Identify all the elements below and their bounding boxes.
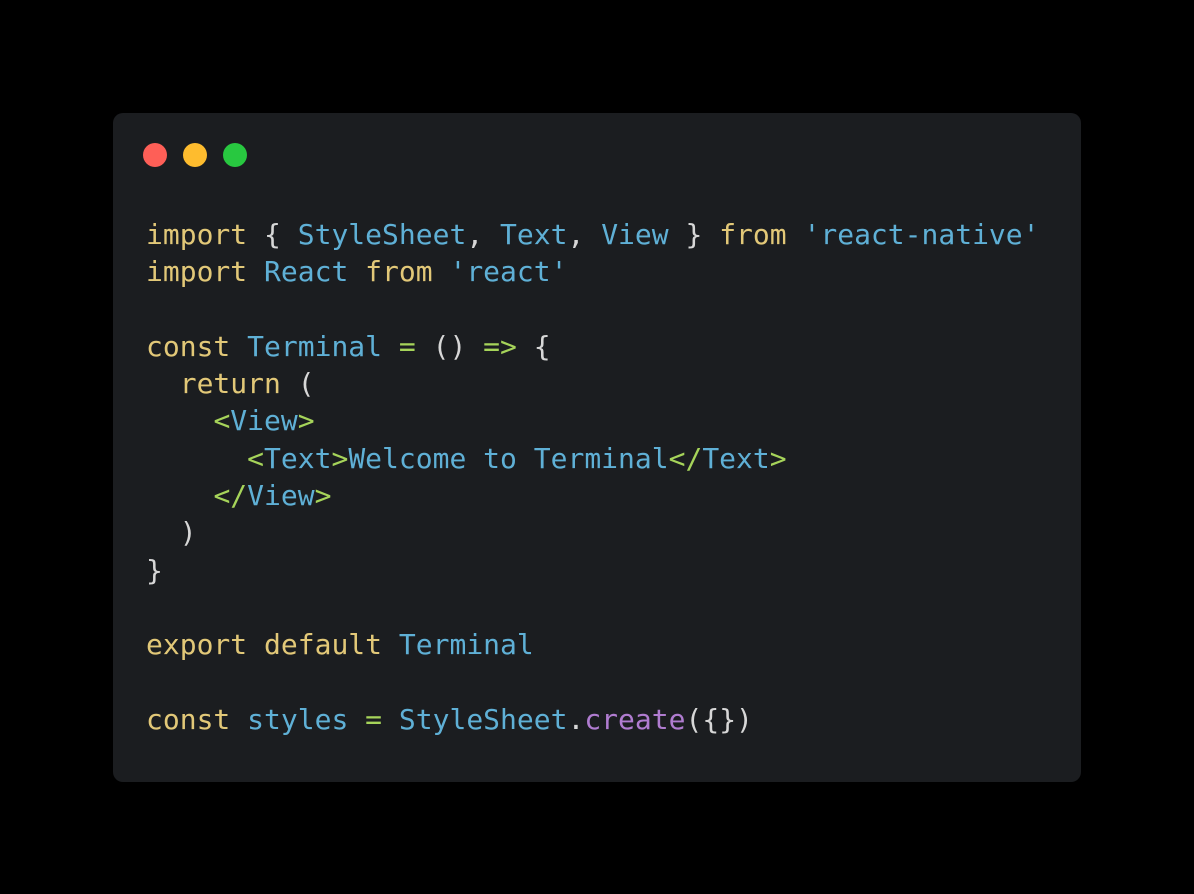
code-line: const Terminal = () => { <box>146 328 1040 365</box>
code-line: import { StyleSheet, Text, View } from '… <box>146 216 1040 253</box>
code-token: import <box>146 255 248 289</box>
code-token: import <box>146 218 248 251</box>
code-line: const styles = StyleSheet.create({}) <box>146 701 1040 738</box>
code-token: . <box>567 702 585 736</box>
code-token: create <box>584 702 686 736</box>
code-token: Terminal <box>247 329 383 363</box>
code-token: </ <box>668 441 703 475</box>
code-line: } <box>146 552 1040 589</box>
code-token: default <box>264 628 383 662</box>
code-token: , <box>466 218 501 251</box>
code-token: styles <box>247 702 349 736</box>
code-token: } <box>146 553 163 587</box>
code-token: ) <box>146 516 197 550</box>
code-token: { <box>247 218 298 251</box>
code-token: { <box>516 329 551 363</box>
code-token: Text <box>264 441 332 475</box>
window-controls <box>143 143 247 167</box>
code-token: StyleSheet <box>398 702 568 736</box>
code-token: , <box>567 218 602 251</box>
code-token: > <box>314 479 332 513</box>
code-token: View <box>601 218 669 251</box>
code-token: export <box>146 628 248 662</box>
code-token: < <box>213 404 231 438</box>
code-token: ({}) <box>685 702 753 736</box>
code-line: </View> <box>146 477 1040 514</box>
code-token: from <box>365 255 433 289</box>
minimize-dot-icon[interactable] <box>183 143 207 167</box>
code-window: import { StyleSheet, Text, View } from '… <box>113 113 1081 782</box>
code-token: View <box>247 479 315 513</box>
code-token: () <box>415 329 484 363</box>
code-token: > <box>331 441 349 475</box>
code-line: <Text>Welcome to Terminal</Text> <box>146 440 1040 477</box>
code-token: React <box>264 255 349 289</box>
code-token: const <box>146 329 231 363</box>
code-token: 'react-native' <box>803 218 1040 251</box>
code-block: import { StyleSheet, Text, View } from '… <box>146 216 1040 738</box>
code-token: > <box>769 441 787 475</box>
code-token: < <box>247 441 265 475</box>
close-dot-icon[interactable] <box>143 143 167 167</box>
code-token: Text <box>702 441 770 475</box>
code-token: Terminal <box>398 628 534 662</box>
code-token: => <box>483 329 517 363</box>
code-token: </ <box>213 479 248 513</box>
code-token: View <box>230 404 298 438</box>
code-line: <View> <box>146 402 1040 439</box>
code-token: 'react' <box>449 255 568 289</box>
code-line: ) <box>146 514 1040 551</box>
code-token: Text <box>500 218 568 251</box>
code-line: return ( <box>146 365 1040 402</box>
code-token: from <box>719 218 787 251</box>
code-token: = <box>365 702 383 736</box>
code-line: export default Terminal <box>146 626 1040 663</box>
code-token: const <box>146 702 231 736</box>
code-token: > <box>297 404 315 438</box>
code-token: Welcome to Terminal <box>348 441 669 475</box>
code-token: ( <box>280 367 315 401</box>
code-line: import React from 'react' <box>146 253 1040 290</box>
code-token: = <box>398 329 416 363</box>
code-token: } <box>668 218 720 251</box>
code-token: return <box>179 367 281 401</box>
maximize-dot-icon[interactable] <box>223 143 247 167</box>
code-token: StyleSheet <box>297 218 467 251</box>
